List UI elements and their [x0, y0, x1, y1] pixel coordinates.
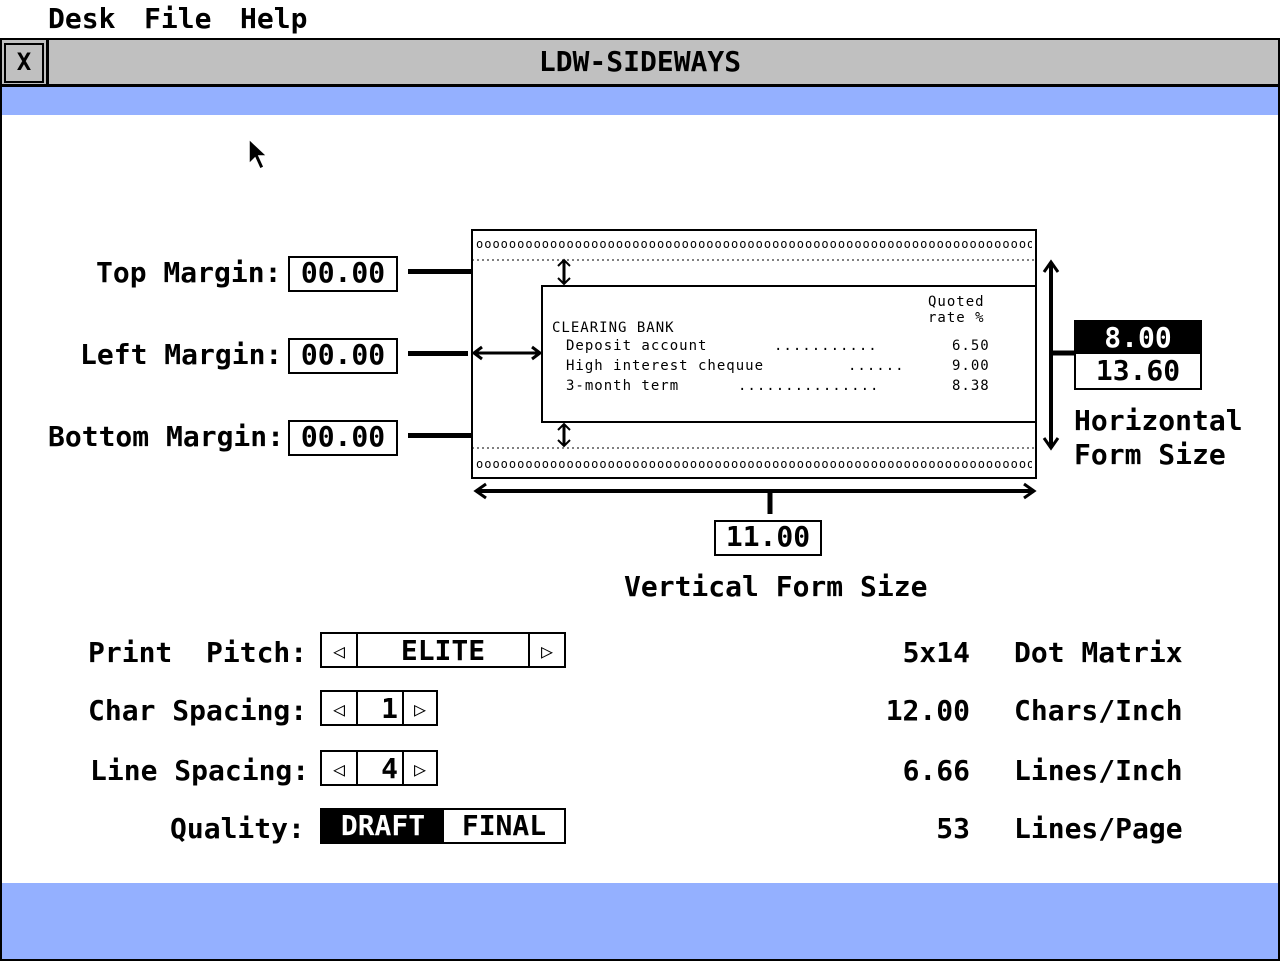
char-spacing-label: Char Spacing:	[88, 694, 308, 727]
preview-row-1-name: Deposit account	[566, 338, 708, 354]
char-right-arrow-icon[interactable]: ▷	[402, 692, 436, 724]
mouse-pointer-icon	[248, 138, 269, 171]
pitch-left-arrow-icon[interactable]: ◁	[322, 634, 358, 666]
line-spacing-value: 4	[381, 752, 398, 785]
cpi-label: Chars/Inch	[1014, 694, 1183, 727]
line-spacing-label: Line Spacing:	[90, 754, 310, 787]
lpi-value: 6.66	[902, 754, 970, 787]
left-margin-connector	[408, 351, 468, 356]
print-pitch-value: ELITE	[400, 634, 486, 667]
menu-help[interactable]: Help	[240, 2, 307, 36]
horizontal-size-value[interactable]: 13.60	[1076, 354, 1200, 388]
preview-row-2-rate: 9.00	[952, 358, 990, 374]
matrix-value: 5x14	[902, 636, 970, 669]
lpp-label: Lines/Page	[1014, 812, 1183, 845]
preview-header-2: rate %	[928, 310, 985, 326]
vertical-size-field[interactable]: 11.00	[714, 520, 822, 556]
char-spacing-value: 1	[381, 692, 398, 725]
line-spacing-stepper: ◁ 4 ▷	[320, 750, 438, 786]
left-margin-label: Left Margin:	[80, 338, 283, 371]
preview-row-3-dots: ...............	[738, 378, 880, 394]
info-line	[2, 87, 1278, 115]
horizontal-label-2: Form Size	[1074, 438, 1226, 471]
lpi-label: Lines/Inch	[1014, 754, 1183, 787]
preview-row-3-rate: 8.38	[952, 378, 990, 394]
horizontal-size-selector[interactable]: 8.00 13.60	[1074, 320, 1202, 390]
left-margin-field[interactable]: 00.00	[288, 338, 398, 374]
window-title: LDW-SIDEWAYS	[538, 45, 742, 78]
preview-row-1-rate: 6.50	[952, 338, 990, 354]
quality-draft-button[interactable]: DRAFT	[322, 810, 444, 842]
cpi-value: 12.00	[885, 694, 970, 727]
title-bar[interactable]: X LDW-SIDEWAYS	[2, 40, 1278, 87]
pitch-right-arrow-icon[interactable]: ▷	[528, 634, 564, 666]
quality-final-button[interactable]: FINAL	[444, 810, 564, 842]
print-pitch-selector: ◁ ELITE ▷	[320, 632, 566, 668]
matrix-label: Dot Matrix	[1014, 636, 1183, 669]
sprocket-holes-bottom: oooooooooooooooooooooooooooooooooooooooo…	[476, 457, 1032, 471]
char-spacing-stepper: ◁ 1 ▷	[320, 690, 438, 726]
vertical-size-label: Vertical Form Size	[624, 570, 928, 603]
horizontal-size-selected[interactable]: 8.00	[1076, 322, 1200, 354]
menu-bar: Desk File Help	[0, 0, 1280, 41]
quality-toggle: DRAFT FINAL	[320, 808, 566, 844]
quality-label: Quality:	[170, 812, 305, 845]
menu-desk[interactable]: Desk	[48, 2, 115, 36]
bottom-margin-field[interactable]: 00.00	[288, 420, 398, 456]
line-left-arrow-icon[interactable]: ◁	[322, 752, 358, 784]
char-left-arrow-icon[interactable]: ◁	[322, 692, 358, 724]
preview-row-1-dots: ...........	[774, 338, 878, 354]
sprocket-holes-top: oooooooooooooooooooooooooooooooooooooooo…	[476, 237, 1032, 251]
top-margin-field[interactable]: 00.00	[288, 256, 398, 292]
horizontal-label-1: Horizontal	[1074, 404, 1243, 437]
preview-row-3-name: 3-month term	[566, 378, 680, 394]
preview-row-2-dots: ......	[848, 358, 905, 374]
main-window: X LDW-SIDEWAYS Top Margin: 00.00 Left Ma…	[0, 38, 1280, 961]
bottom-band	[2, 883, 1278, 959]
preview-bank: CLEARING BANK	[552, 320, 675, 336]
preview-row-2-name: High interest chequue	[566, 358, 765, 374]
bottom-margin-label: Bottom Margin:	[48, 420, 285, 453]
top-margin-label: Top Margin:	[96, 256, 282, 289]
print-pitch-label: Print Pitch:	[88, 636, 308, 669]
lpp-value: 53	[936, 812, 970, 845]
line-right-arrow-icon[interactable]: ▷	[402, 752, 436, 784]
menu-file[interactable]: File	[144, 2, 211, 36]
